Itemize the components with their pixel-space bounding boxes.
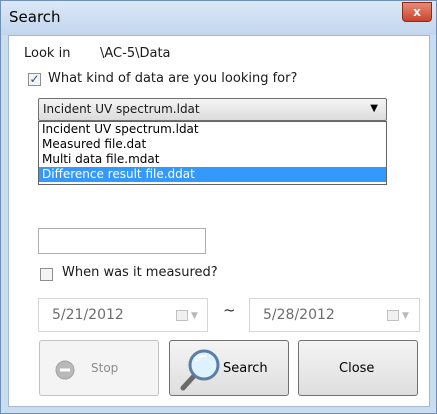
window-title: Search — [9, 8, 61, 26]
look-in-path: \AC-5\Data — [100, 46, 171, 61]
date-range-separator: ~ — [223, 301, 236, 319]
chevron-down-icon[interactable]: ▼ — [402, 311, 409, 321]
data-kind-combobox[interactable]: Incident UV spectrum.ldat ▼ — [38, 98, 387, 121]
stop-circle-icon — [55, 360, 75, 380]
close-window-button[interactable]: x — [402, 2, 432, 22]
search-button[interactable]: Search — [169, 340, 289, 396]
data-kind-dropdown-list: Incident UV spectrum.ldat Measured file.… — [38, 121, 387, 185]
dropdown-option-highlighted[interactable]: Difference result file.ddat — [39, 167, 386, 182]
dialog-body: Look in \AC-5\Data ✓ What kind of data a… — [8, 35, 430, 407]
combobox-selected-value: Incident UV spectrum.ldat — [43, 102, 200, 116]
close-button[interactable]: Close — [298, 340, 418, 396]
title-bar[interactable]: Search x — [1, 1, 436, 35]
look-in-label: Look in — [24, 46, 71, 61]
measured-checkbox[interactable] — [40, 268, 53, 281]
calendar-icon[interactable] — [176, 310, 188, 321]
stop-button-label: Stop — [91, 361, 119, 375]
close-icon: x — [413, 5, 421, 19]
comment-input[interactable] — [38, 228, 206, 254]
data-kind-checkbox[interactable]: ✓ — [28, 73, 41, 86]
close-button-label: Close — [339, 361, 375, 376]
measured-label: When was it measured? — [62, 265, 218, 280]
from-date-value: 5/21/2012 — [52, 307, 124, 323]
from-date-picker[interactable]: 5/21/2012 ▼ — [38, 298, 208, 332]
search-button-label: Search — [223, 361, 268, 376]
to-date-picker[interactable]: 5/28/2012 ▼ — [249, 298, 420, 332]
data-kind-label: What kind of data are you looking for? — [48, 71, 298, 86]
search-dialog: Search x Look in \AC-5\Data ✓ What kind … — [0, 0, 437, 414]
magnifier-icon — [180, 349, 220, 391]
dropdown-option[interactable]: Measured file.dat — [39, 137, 386, 152]
chevron-down-icon[interactable]: ▼ — [191, 311, 198, 321]
calendar-icon[interactable] — [387, 310, 399, 321]
dropdown-option[interactable]: Multi data file.mdat — [39, 152, 386, 167]
checkmark-icon: ✓ — [29, 72, 40, 86]
dropdown-arrow-icon[interactable]: ▼ — [370, 103, 378, 114]
to-date-value: 5/28/2012 — [263, 307, 335, 323]
stop-button[interactable]: Stop — [39, 340, 159, 396]
dropdown-option[interactable]: Incident UV spectrum.ldat — [39, 122, 386, 137]
